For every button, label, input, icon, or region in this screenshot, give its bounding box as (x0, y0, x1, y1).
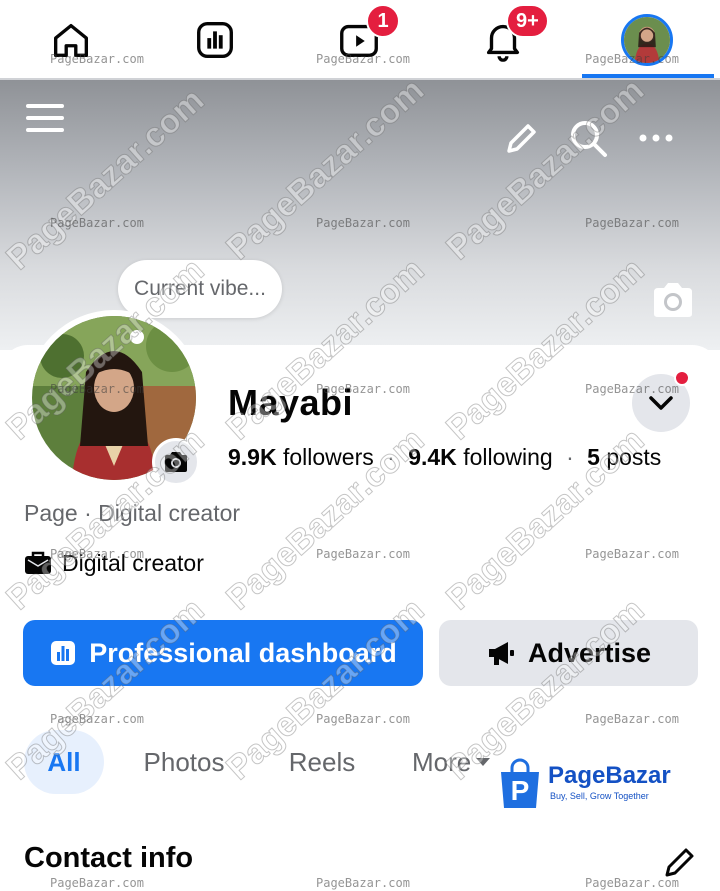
dashboard-icon (197, 22, 233, 58)
professional-dashboard-button[interactable]: Professional dashboard (23, 620, 423, 686)
brand-tagline: Buy, Sell, Grow Together (550, 791, 649, 801)
detail-text: Digital creator (62, 549, 204, 576)
posts-label: posts (606, 444, 662, 470)
page-category: Page · Digital creator (24, 500, 241, 526)
stats-separator: · (387, 444, 395, 470)
nav-dashboard[interactable] (170, 0, 260, 80)
status-dot (130, 330, 144, 344)
home-icon (53, 23, 89, 58)
pencil-icon[interactable] (500, 118, 542, 160)
contact-info-title: Contact info (24, 842, 194, 874)
top-navigation: 1 9+ (0, 0, 720, 80)
following-count[interactable]: 9.4K (408, 444, 457, 470)
detail-row: Digital creator (24, 548, 204, 578)
nav-video[interactable]: 1 (314, 0, 404, 80)
caret-down-icon (476, 758, 491, 766)
dashboard-button-label: Professional dashboard (89, 637, 397, 668)
chevron-down-icon (649, 396, 673, 410)
cover-camera-icon[interactable] (650, 280, 696, 320)
notifications-badge: 9+ (506, 4, 549, 38)
nav-home[interactable] (26, 0, 116, 80)
advertise-button[interactable]: Advertise (439, 620, 698, 686)
nav-notifications[interactable]: 9+ (458, 0, 549, 80)
advertise-button-label: Advertise (527, 637, 652, 668)
pagebazar-logo: P PageBazar Buy, Sell, Grow Together (496, 754, 676, 810)
profile-name: Mayabi (228, 382, 354, 423)
tab-all[interactable]: All (24, 730, 104, 794)
brand-name: PageBazar (548, 762, 671, 789)
posts-count: 5 (587, 444, 600, 470)
profile-avatar (621, 14, 673, 66)
edit-contact-pencil-icon[interactable] (660, 842, 700, 882)
nav-profile[interactable] (602, 0, 692, 80)
tab-reels[interactable]: Reels (278, 730, 366, 794)
avatar-camera-icon[interactable] (152, 438, 200, 486)
current-vibe-input[interactable]: Current vibe... (118, 260, 282, 318)
search-icon[interactable] (566, 116, 610, 160)
notification-dot (674, 370, 690, 386)
shopping-bag-icon: P (501, 758, 539, 808)
video-badge: 1 (366, 4, 400, 38)
stats-separator: · (566, 444, 574, 470)
tab-photos[interactable]: Photos (134, 730, 234, 794)
menu-icon[interactable] (22, 98, 68, 138)
dashboard-icon (51, 641, 76, 665)
more-icon[interactable] (634, 120, 678, 156)
briefcase-icon (25, 551, 51, 574)
following-label[interactable]: following (463, 444, 553, 470)
followers-count[interactable]: 9.9K (228, 444, 277, 470)
megaphone-icon (488, 642, 514, 665)
svg-text:P: P (511, 775, 530, 806)
profile-stats: 9.9K followers · 9.4K following · 5 post… (228, 444, 661, 471)
followers-label[interactable]: followers (283, 444, 374, 470)
tab-more-label: More (412, 746, 472, 777)
